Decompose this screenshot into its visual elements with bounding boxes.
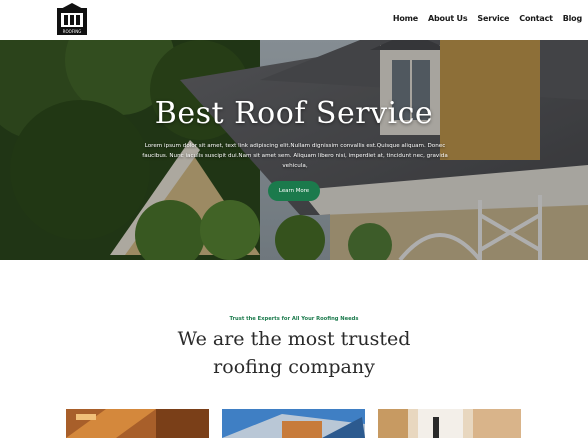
logo-text: ROOFING [63,29,82,34]
service-cards [0,409,588,438]
learn-more-button[interactable]: Learn More [268,181,320,201]
section-kicker: Trust the Experts for All Your Roofing N… [229,316,359,322]
service-card-2-image[interactable] [222,409,365,438]
service-card-1-image[interactable] [66,409,209,438]
section-headline: We are the most trusted roofing company [0,325,588,381]
hero-banner: Best Roof Service Lorem ipsum dolor sit … [0,40,588,260]
site-header: ROOFING Home About Us Service Contact Bl… [0,0,588,41]
service-card-3-image[interactable] [378,409,521,438]
hero-description: Lorem ipsum dolor sit amet, text link ad… [142,143,448,169]
nav-about-us[interactable]: About Us [428,14,468,23]
nav-home[interactable]: Home [393,14,418,23]
nav-contact[interactable]: Contact [519,14,553,23]
main-nav: Home About Us Service Contact Blog [393,14,582,23]
nav-service[interactable]: Service [477,14,509,23]
hero-title: Best Roof Service [154,96,434,131]
headline-line-1: We are the most trusted [177,328,411,350]
nav-blog[interactable]: Blog [563,14,582,23]
headline-line-2: roofing company [213,356,375,378]
site-logo[interactable]: ROOFING [56,3,88,36]
